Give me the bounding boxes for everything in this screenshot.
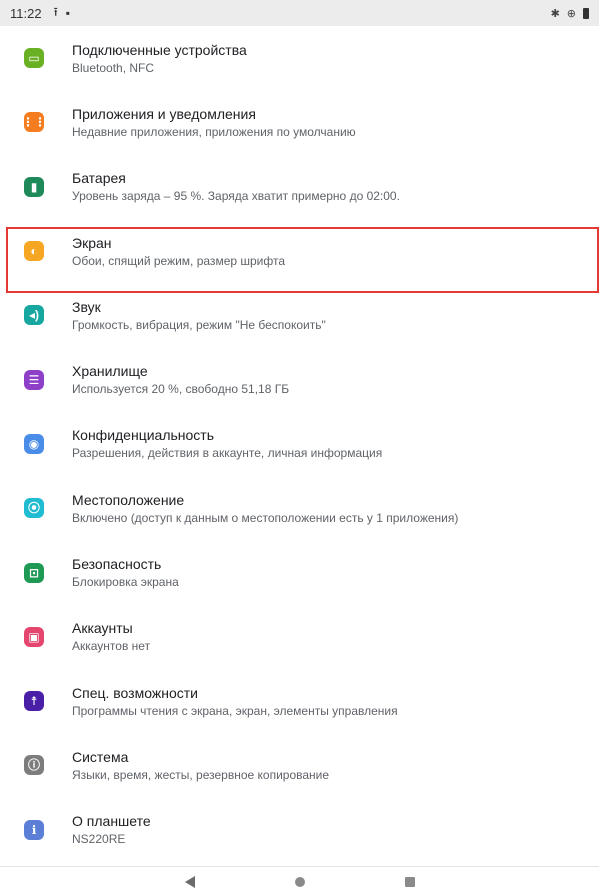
settings-item-title: Экран (72, 234, 112, 251)
settings-item-texts: Экран Обои, спящий режим, размер шрифта (72, 234, 285, 269)
settings-item-subtitle: Программы чтения с экрана, экран, элемен… (72, 703, 398, 718)
battery-icon (583, 7, 589, 19)
tablet-info-icon: ℹ (24, 819, 44, 840)
brightness-icon: ◐ (24, 241, 44, 262)
eye-lock-icon: ◉ (24, 433, 44, 454)
settings-item-sound[interactable]: ◂) Звук Громкость, вибрация, режим "Не бес… (0, 283, 599, 347)
settings-item-texts: О планшете NS220RE (72, 812, 151, 847)
settings-item-texts: Хранилище Используется 20 %, свободно 51,… (72, 362, 289, 397)
settings-item-texts: Спец. возможности Программы чтения с экра… (72, 684, 398, 719)
settings-item-title: Система (72, 748, 129, 765)
settings-item-storage[interactable]: ☰ Хранилище Используется 20 %, свободно 51… (0, 347, 599, 411)
settings-item-subtitle: Недавние приложения, приложения по умолч… (72, 124, 356, 139)
settings-item-accessibility[interactable]: ☨ Спец. возможности Программы чтения с экр… (0, 669, 599, 733)
settings-item-privacy[interactable]: ◉ Конфиденциальность Разрешения, действия … (0, 412, 599, 476)
settings-item-title: Хранилище (72, 363, 148, 380)
settings-item-title: О планшете (72, 813, 151, 830)
settings-item-battery[interactable]: ▮ Батарея Уровень заряда – 95 %. Заряда хв… (0, 155, 599, 219)
apps-grid-icon: ⋮⋮ (22, 112, 46, 133)
info-icon: ⓘ (24, 755, 44, 776)
settings-list: ▭ Подключенные устройства Bluetooth, NFC ⋮⋮… (0, 26, 599, 862)
home-icon (294, 876, 305, 887)
battery-icon: ▮ (24, 176, 44, 197)
accessibility-icon: ☨ (24, 691, 44, 712)
recents-button[interactable] (355, 876, 465, 887)
settings-item-texts: Приложения и уведомления Недавние приложе… (72, 105, 356, 140)
home-button[interactable] (245, 876, 355, 887)
settings-item-title: Местоположение (72, 491, 185, 508)
settings-item-title: Конфиденциальность (72, 427, 215, 444)
settings-item-subtitle: Уровень заряда – 95 %. Заряда хватит при… (72, 189, 400, 204)
settings-item-texts: Батарея Уровень заряда – 95 %. Заряда хва… (72, 169, 400, 204)
navigation-bar (0, 866, 599, 896)
settings-item-subtitle: Блокировка экрана (72, 575, 179, 590)
settings-item-title: Подключенные устройства (72, 41, 247, 58)
settings-item-apps-notifications[interactable]: ⋮⋮ Приложения и уведомления Недавние прило… (0, 90, 599, 154)
lock-icon: ⊡ (24, 562, 44, 583)
settings-item-subtitle: Аккаунтов нет (72, 639, 151, 654)
settings-item-title: Приложения и уведомления (72, 105, 256, 122)
status-bar: 11:22 ⭱ ▪ ✱ ⊕ (0, 0, 599, 26)
settings-item-accounts[interactable]: ▣ Аккаунты Аккаунтов нет (0, 605, 599, 669)
settings-item-subtitle: NS220RE (72, 832, 126, 847)
settings-item-subtitle: Обои, спящий режим, размер шрифта (72, 253, 286, 268)
settings-item-title: Спец. возможности (72, 684, 198, 701)
settings-item-texts: Звук Громкость, вибрация, режим "Не беспо… (72, 298, 326, 333)
settings-item-title: Безопасность (72, 556, 162, 573)
status-time: 11:22 (10, 5, 42, 21)
back-icon (184, 875, 195, 888)
bluetooth-icon: ✱ (550, 7, 560, 20)
settings-item-about-tablet[interactable]: ℹ О планшете NS220RE (0, 798, 599, 862)
settings-item-subtitle: Используется 20 %, свободно 51,18 ГБ (72, 382, 290, 397)
recents-icon (404, 876, 415, 887)
settings-item-title: Звук (72, 298, 101, 315)
settings-item-texts: Подключенные устройства Bluetooth, NFC (72, 41, 247, 76)
settings-item-texts: Система Языки, время, жесты, резервное ко… (72, 748, 329, 783)
location-pin-icon: ⦿ (24, 498, 44, 519)
settings-item-connected-devices[interactable]: ▭ Подключенные устройства Bluetooth, NFC (0, 26, 599, 90)
sim-card-icon: ▪ (65, 6, 71, 20)
storage-icon: ☰ (24, 369, 44, 390)
back-button[interactable] (135, 875, 245, 888)
upload-icon: ⭱ (53, 4, 58, 19)
settings-item-display[interactable]: ◐ Экран Обои, спящий режим, размер шрифта (0, 219, 599, 283)
settings-item-texts: Аккаунты Аккаунтов нет (72, 619, 150, 654)
settings-item-subtitle: Разрешения, действия в аккаунте, личная … (72, 446, 383, 461)
volume-icon: ◂) (24, 305, 44, 326)
account-box-icon: ▣ (24, 626, 44, 647)
settings-item-subtitle: Громкость, вибрация, режим "Не беспокоит… (72, 317, 326, 332)
settings-item-location[interactable]: ⦿ Местоположение Включено (доступ к данным… (0, 476, 599, 540)
data-saver-icon: ⊕ (566, 7, 576, 20)
settings-item-title: Аккаунты (72, 620, 133, 637)
settings-item-texts: Конфиденциальность Разрешения, действия в… (72, 426, 382, 461)
settings-item-title: Батарея (72, 170, 126, 187)
settings-item-texts: Местоположение Включено (доступ к данным … (72, 491, 458, 526)
settings-item-subtitle: Включено (доступ к данным о местоположен… (72, 510, 459, 525)
settings-item-subtitle: Языки, время, жесты, резервное копирован… (72, 767, 330, 782)
settings-item-system[interactable]: ⓘ Система Языки, время, жесты, резервное к… (0, 733, 599, 797)
settings-item-texts: Безопасность Блокировка экрана (72, 555, 179, 590)
settings-item-subtitle: Bluetooth, NFC (72, 60, 155, 75)
settings-item-security[interactable]: ⊡ Безопасность Блокировка экрана (0, 540, 599, 604)
devices-icon: ▭ (24, 48, 44, 69)
